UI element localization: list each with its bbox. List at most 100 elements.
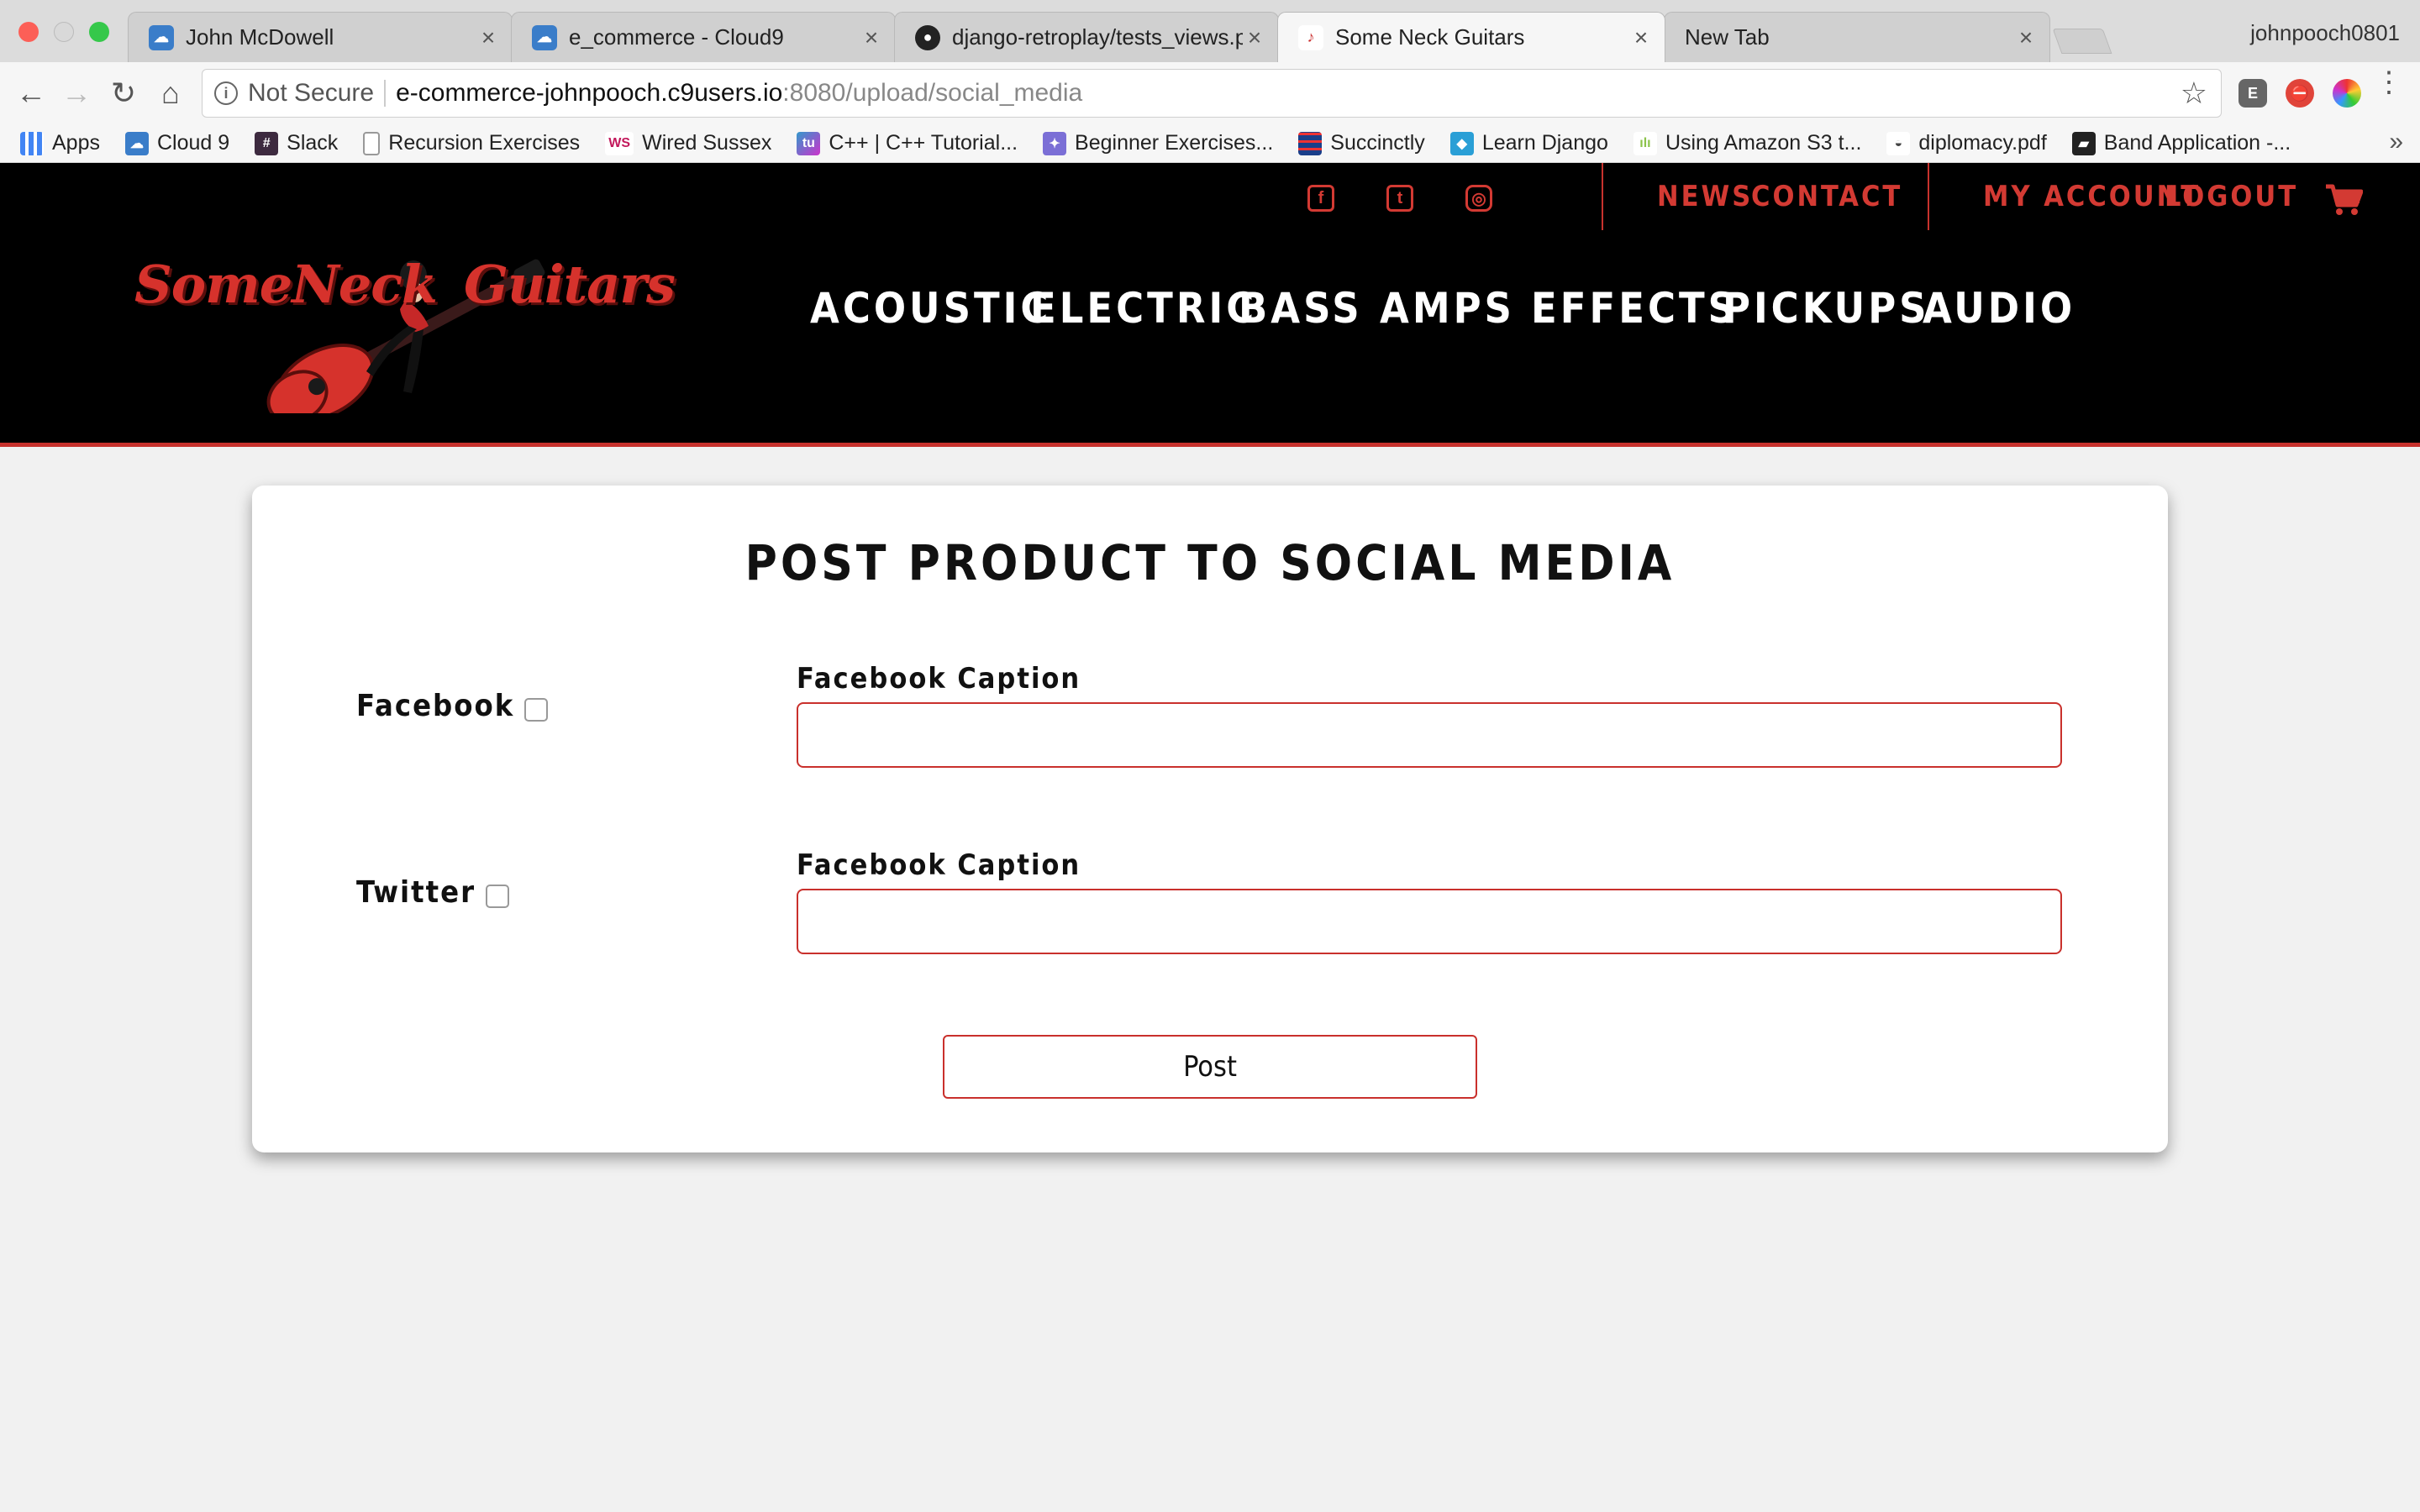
close-tab-icon[interactable]: × xyxy=(2014,24,2038,51)
home-icon[interactable]: ⌂ xyxy=(151,74,190,113)
bookmarks-overflow-icon[interactable]: » xyxy=(2389,128,2403,156)
twitter-icon[interactable]: t xyxy=(1386,185,1413,212)
site-header: f t ◎ NEWS CONTACT MY ACCOUNT LOGOUT Som… xyxy=(0,163,2420,447)
exercises-icon: ✦ xyxy=(1043,131,1067,155)
bookmark-label: Wired Sussex xyxy=(642,131,772,155)
social-post-card: POST PRODUCT TO SOCIAL MEDIA Facebook Fa… xyxy=(252,486,2168,1152)
post-button[interactable]: Post xyxy=(943,1035,1477,1099)
cloud9-icon: ☁ xyxy=(532,24,557,50)
nav-acoustic[interactable]: ACOUSTIC xyxy=(810,284,1051,333)
tab-title: e_commerce - Cloud9 xyxy=(569,24,784,50)
bookmark-wired-sussex[interactable]: WS Wired Sussex xyxy=(605,131,771,155)
twitter-caption-label: Facebook Caption xyxy=(797,848,1081,882)
bookmark-django[interactable]: ◆ Learn Django xyxy=(1449,131,1608,155)
github-icon: ● xyxy=(915,24,940,50)
nav-electric[interactable]: ELECTRIC xyxy=(1030,284,1257,333)
bookmark-s3[interactable]: ılı Using Amazon S3 t... xyxy=(1633,131,1862,155)
close-tab-icon[interactable]: × xyxy=(1629,24,1653,51)
bookmark-band[interactable]: ▰ Band Application -... xyxy=(2071,131,2291,155)
bookmark-label: C++ | C++ Tutorial... xyxy=(829,131,1018,155)
facebook-caption-label: Facebook Caption xyxy=(797,662,1081,696)
cpp-icon: tu xyxy=(797,131,821,155)
logout-link[interactable]: LOGOUT xyxy=(2165,180,2298,213)
nav-amps[interactable]: AMPS xyxy=(1380,284,1515,333)
bookmark-label: Band Application -... xyxy=(2103,131,2291,155)
header-divider xyxy=(1602,163,1603,230)
bookmarks-bar: Apps ☁ Cloud 9 # Slack Recursion Exercises… xyxy=(0,124,2420,163)
close-tab-icon[interactable]: × xyxy=(1243,24,1266,51)
logo-text-right: Guitars xyxy=(464,254,676,315)
bookmark-slack[interactable]: # Slack xyxy=(255,131,338,155)
band-icon: ▰ xyxy=(2071,131,2096,155)
slack-icon: # xyxy=(255,131,279,155)
cart-icon[interactable] xyxy=(2324,183,2363,217)
bookmark-apps[interactable]: Apps xyxy=(20,131,100,155)
facebook-caption-input[interactable] xyxy=(797,702,2062,768)
back-icon[interactable]: ← xyxy=(12,74,50,113)
succinctly-icon xyxy=(1298,131,1323,155)
bookmark-succinctly[interactable]: Succinctly xyxy=(1298,131,1425,155)
django-icon: ◆ xyxy=(1449,131,1474,155)
profile-name[interactable]: johnpooch0801 xyxy=(2250,20,2400,46)
nav-effects[interactable]: EFFECTS xyxy=(1531,284,1739,333)
contact-link[interactable]: CONTACT xyxy=(1751,180,1902,213)
bookmark-cloud9[interactable]: ☁ Cloud 9 xyxy=(124,131,230,155)
info-icon[interactable]: i xyxy=(214,81,238,105)
color-picker-extension-icon[interactable] xyxy=(2333,79,2361,108)
browser-tab[interactable]: ☁ e_commerce - Cloud9 × xyxy=(511,12,896,62)
pdf-icon: ◒ xyxy=(1886,131,1911,155)
logo-text-left: SomeNeck xyxy=(134,254,438,315)
facebook-checkbox[interactable] xyxy=(524,697,549,722)
browser-menu-icon[interactable]: ⋮ xyxy=(2375,68,2403,97)
twitter-checkbox[interactable] xyxy=(486,884,510,908)
s3-icon: ılı xyxy=(1633,131,1657,155)
cloud9-icon: ☁ xyxy=(149,24,174,50)
page-icon xyxy=(363,131,381,155)
twitter-option-label: Twitter xyxy=(356,875,476,910)
forward-icon[interactable]: → xyxy=(57,74,96,113)
close-tab-icon[interactable]: × xyxy=(476,24,500,51)
facebook-option: Facebook xyxy=(356,689,549,723)
browser-tab-active[interactable]: ♪ Some Neck Guitars × xyxy=(1277,12,1665,62)
tab-title: John McDowell xyxy=(186,24,334,50)
bookmark-cpp[interactable]: tu C++ | C++ Tutorial... xyxy=(797,131,1018,155)
bookmark-label: Slack xyxy=(287,131,339,155)
reload-icon[interactable]: ↻ xyxy=(104,74,143,113)
twitter-caption-input[interactable] xyxy=(797,889,2062,954)
news-link[interactable]: NEWS xyxy=(1657,180,1753,213)
bookmark-label: Using Amazon S3 t... xyxy=(1665,131,1862,155)
browser-tab[interactable]: New Tab × xyxy=(1664,12,2050,62)
header-divider xyxy=(1928,163,1929,230)
browser-tab[interactable]: ☁ John McDowell × xyxy=(128,12,513,62)
nav-audio[interactable]: AUDIO xyxy=(1923,284,2075,333)
bookmark-label: Succinctly xyxy=(1330,131,1425,155)
new-tab-button[interactable] xyxy=(2052,29,2112,54)
maximize-window-icon[interactable] xyxy=(89,22,109,42)
bookmark-label: Recursion Exercises xyxy=(388,131,581,155)
bookmark-diplomacy[interactable]: ◒ diplomacy.pdf xyxy=(1886,131,2047,155)
browser-tab[interactable]: ● django-retroplay/tests_views.p × xyxy=(894,12,1279,62)
facebook-option-label: Facebook xyxy=(356,689,515,723)
close-window-icon[interactable] xyxy=(18,22,39,42)
address-bar[interactable]: i Not Secure e-commerce-johnpooch.c9user… xyxy=(202,69,2222,118)
bookmark-star-icon[interactable]: ☆ xyxy=(2181,76,2207,111)
bookmark-recursion[interactable]: Recursion Exercises xyxy=(363,131,580,155)
instagram-icon[interactable]: ◎ xyxy=(1465,185,1492,212)
nav-pickups[interactable]: PICKUPS xyxy=(1723,284,1930,333)
site-logo[interactable]: SomeNeck Guitars xyxy=(134,245,676,413)
bookmark-beginner[interactable]: ✦ Beginner Exercises... xyxy=(1043,131,1273,155)
twitter-option: Twitter xyxy=(356,875,510,910)
facebook-icon[interactable]: f xyxy=(1307,185,1334,212)
bookmark-label: Cloud 9 xyxy=(156,131,230,155)
tab-title: django-retroplay/tests_views.p xyxy=(952,24,1243,50)
adblock-extension-icon[interactable]: ⛔ xyxy=(2286,79,2314,108)
nav-bass[interactable]: BASS xyxy=(1239,284,1363,333)
close-tab-icon[interactable]: × xyxy=(860,24,883,51)
bookmark-label: Apps xyxy=(52,131,100,155)
cloud9-icon: ☁ xyxy=(124,131,149,155)
minimize-window-icon[interactable] xyxy=(54,22,74,42)
ws-icon: WS xyxy=(605,131,634,155)
evernote-extension-icon[interactable]: E xyxy=(2238,79,2267,108)
guitar-icon: ♪ xyxy=(1298,24,1323,50)
bookmark-label: diplomacy.pdf xyxy=(1918,131,2047,155)
